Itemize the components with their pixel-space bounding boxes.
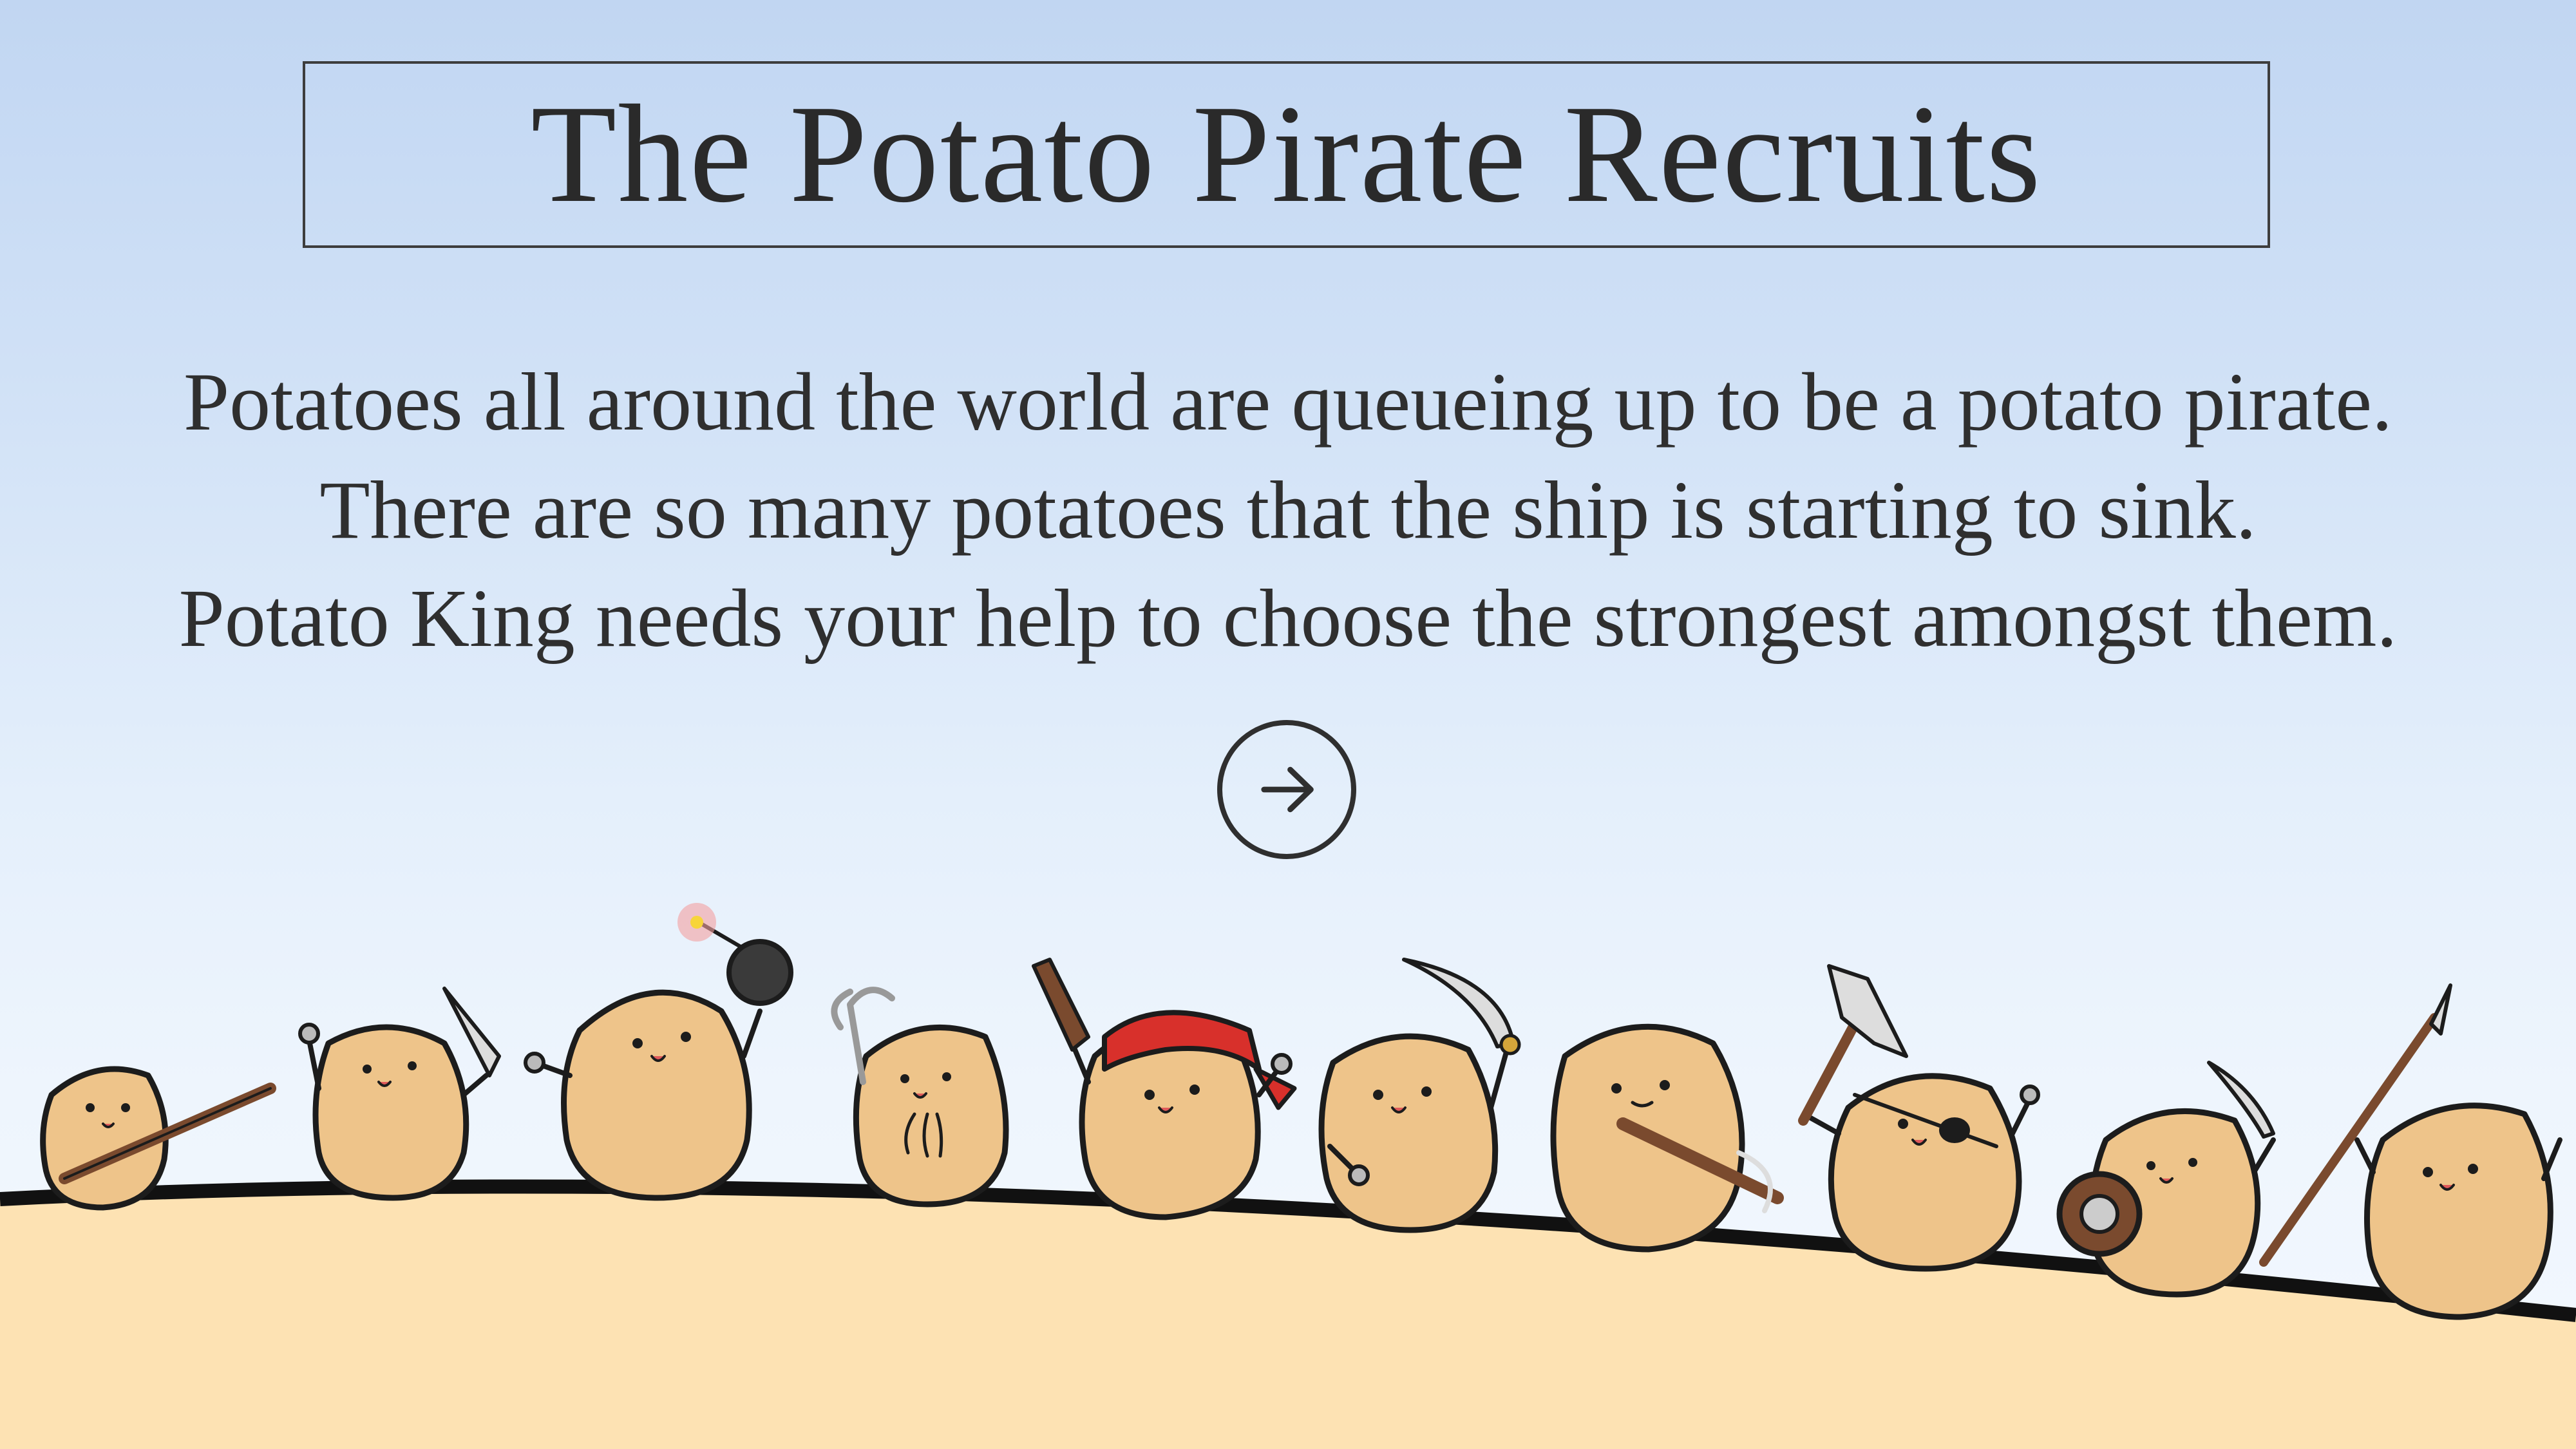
title-screen: The Potato Pirate Recruits Potatoes all … [0,0,2576,1449]
title-banner: The Potato Pirate Recruits [303,61,2270,248]
potato-eyepatch-axe [1798,964,2040,1272]
intro-line-2: There are so many potatoes that the ship… [319,464,2257,556]
potato-cutlass [1318,958,1521,1233]
arrow-right-icon [1261,766,1314,813]
potato-grappling-hook [831,987,1009,1208]
potato-crossbow [1550,1023,1784,1253]
potato-bandana-pistol [1032,958,1297,1220]
next-button[interactable] [1217,720,1356,859]
game-title: The Potato Pirate Recruits [531,77,2042,232]
potato-spear [2259,983,2562,1320]
intro-line-3: Potato King needs your help to choose th… [178,573,2398,664]
pistol-icon [1032,958,1090,1052]
intro-line-1: Potatoes all around the world are queuei… [183,356,2393,448]
cutlass-icon [1402,958,1515,1048]
bomb-icon [726,939,793,1006]
potato-bomb [524,903,793,1201]
potato-dagger [298,987,501,1201]
intro-text: Potatoes all around the world are queuei… [64,348,2512,672]
